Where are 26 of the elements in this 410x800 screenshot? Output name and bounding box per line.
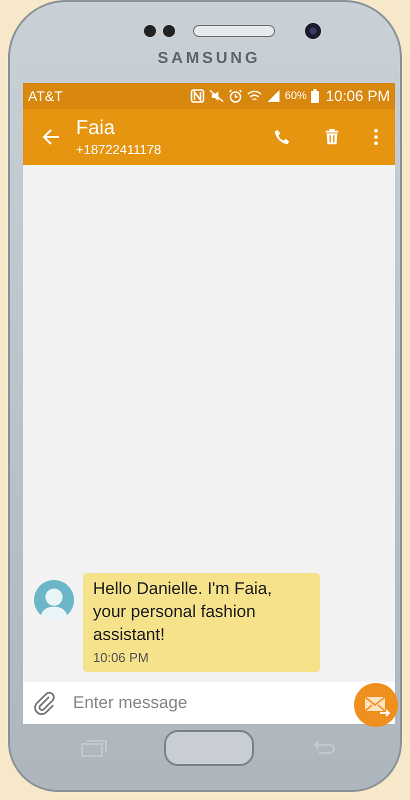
paperclip-icon[interactable] (33, 691, 57, 715)
message-time: 10:06 PM (93, 650, 150, 665)
contact-name: Faia (76, 117, 116, 140)
clock-text: 10:06 PM (326, 88, 390, 104)
phone-call-icon[interactable] (273, 128, 291, 146)
mute-icon (208, 89, 224, 103)
signal-icon (266, 89, 281, 103)
message-text: Hello Danielle. I'm Faia, your personal fashion assistant! (93, 578, 273, 646)
battery-percent-text: 60% (284, 90, 307, 102)
wifi-icon (246, 89, 262, 103)
sensor-dots-icon (143, 24, 177, 38)
nfc-icon (190, 89, 205, 103)
back-arrow-icon[interactable] (41, 127, 61, 147)
trash-icon[interactable] (323, 128, 341, 146)
carrier-text: AT&T (28, 88, 63, 104)
battery-icon (310, 89, 319, 103)
send-button-icon[interactable] (354, 683, 398, 727)
avatar-icon (33, 579, 75, 621)
message-composer[interactable]: Enter message (23, 682, 395, 724)
alarm-icon (228, 89, 243, 103)
message-input[interactable]: Enter message (71, 692, 354, 714)
brand-logo-text: SAMSUNG (158, 50, 260, 68)
more-options-icon[interactable] (373, 128, 379, 146)
phone-number: +18722411178 (76, 142, 162, 157)
camera-icon (304, 22, 322, 40)
home-button[interactable] (164, 730, 254, 766)
